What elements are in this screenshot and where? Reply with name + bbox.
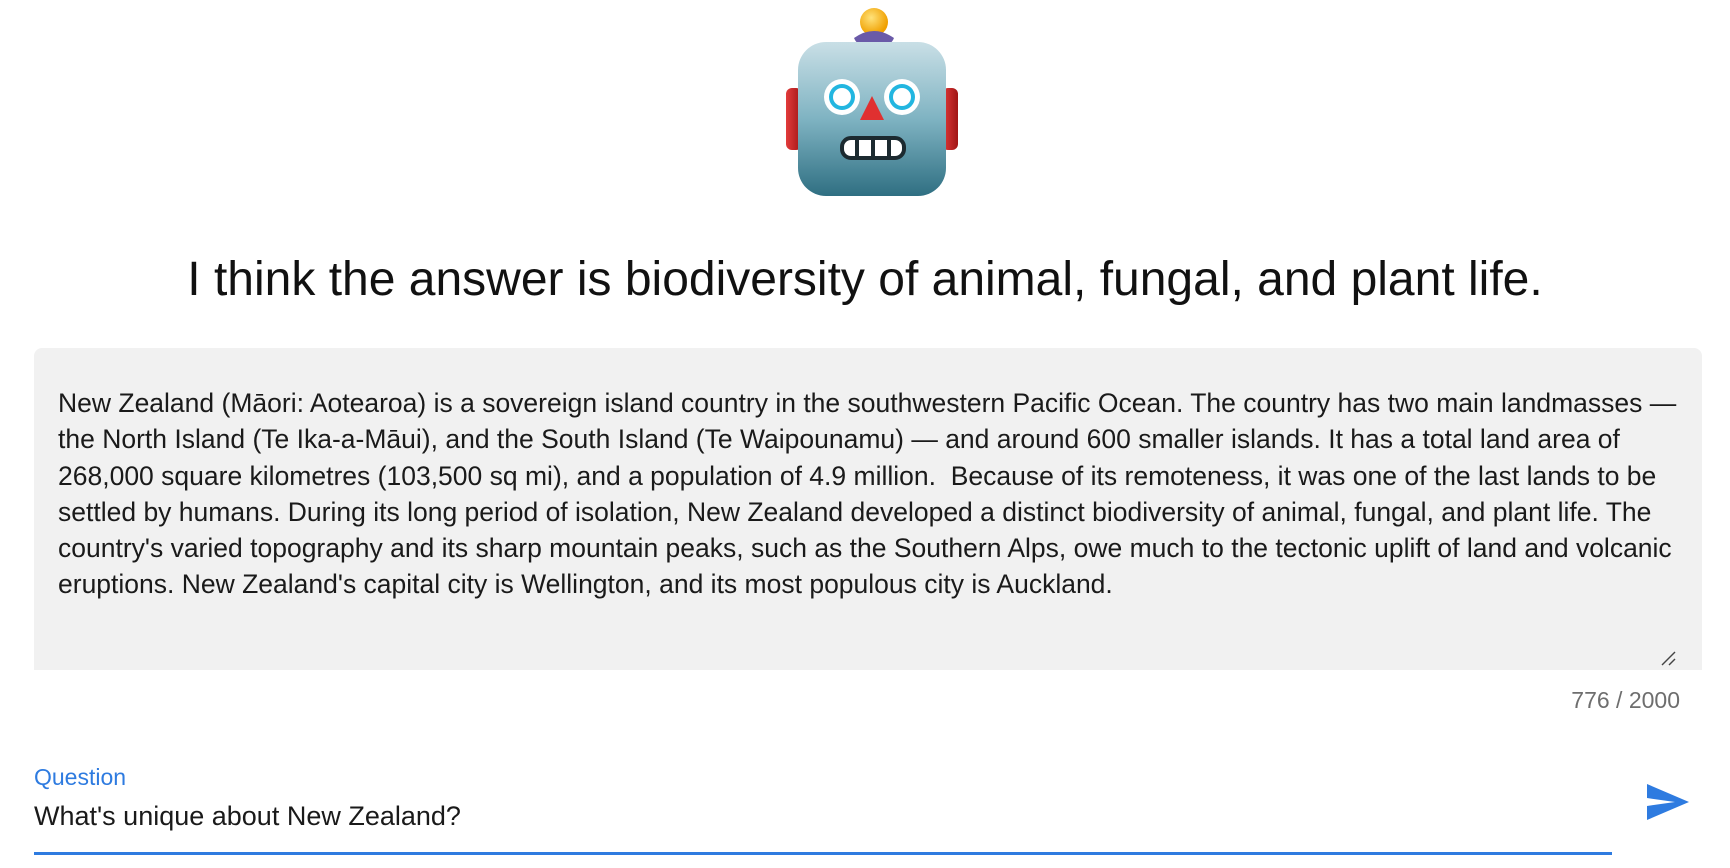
character-counter: 776 / 2000 <box>1571 687 1680 713</box>
send-button[interactable] <box>1640 774 1696 830</box>
question-label: Question <box>34 764 127 790</box>
context-textarea[interactable]: New Zealand (Māori: Aotearoa) is a sover… <box>34 348 1702 670</box>
question-input-underline <box>34 852 1612 855</box>
qa-page: I think the answer is biodiversity of an… <box>0 0 1730 868</box>
resize-handle-icon[interactable] <box>1660 650 1676 666</box>
send-icon <box>1647 784 1689 820</box>
robot-face-icon <box>770 0 970 200</box>
context-text[interactable]: New Zealand (Māori: Aotearoa) is a sover… <box>58 385 1678 603</box>
answer-text: I think the answer is biodiversity of an… <box>187 253 1543 306</box>
question-input[interactable] <box>34 797 1594 835</box>
